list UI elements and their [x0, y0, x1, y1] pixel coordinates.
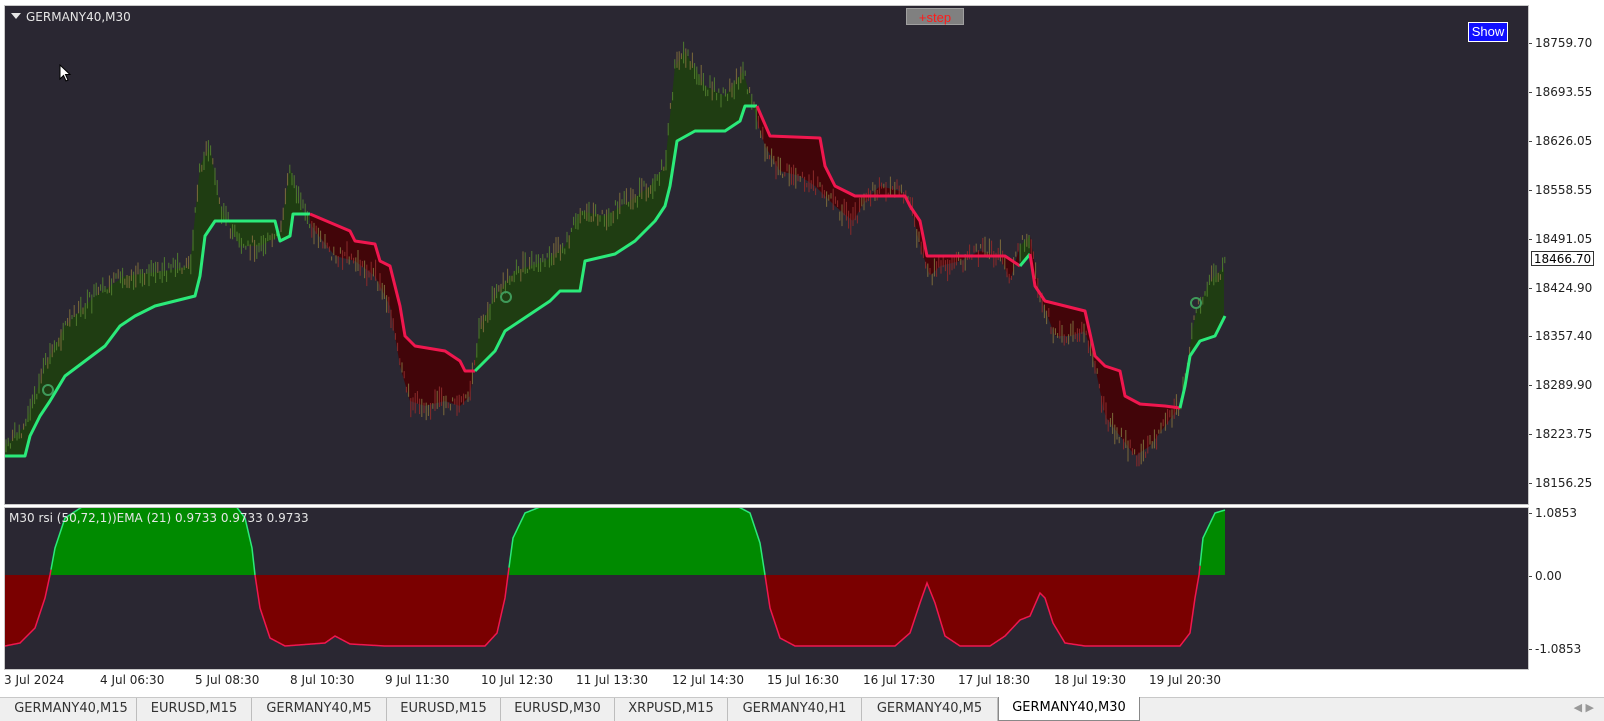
chart-tab[interactable]: GERMANY40,M30	[998, 697, 1140, 721]
terminal-window: GERMANY40,M30 +step Show 18759.70 18693.5…	[0, 0, 1604, 721]
chart-tab[interactable]: XRPUSD,M15	[615, 698, 728, 721]
oscillator-negative-area	[5, 575, 1225, 646]
time-axis[interactable]: 3 Jul 2024 4 Jul 06:30 5 Jul 08:30 8 Jul 10…	[4, 670, 1529, 692]
bull-trend-fill	[5, 148, 309, 456]
symbol-title-text: GERMANY40,M30	[26, 10, 131, 24]
time-tick-label: 9 Jul 11:30	[385, 673, 450, 687]
indicator-title: M30 rsi (50,72,1))EMA (21) 0.9733 0.9733…	[9, 511, 309, 525]
time-tick-label: 17 Jul 18:30	[958, 673, 1030, 687]
chart-tab-bar: ◀ ▶ GERMANY40,M15 EURUSD,M15 GERMANY40,M5 E…	[0, 697, 1604, 721]
price-tick-label: 18156.25	[1528, 476, 1593, 491]
price-tick-label: 18289.90	[1528, 378, 1593, 393]
price-tick-label: 18357.40	[1528, 329, 1593, 344]
chart-tab[interactable]: EURUSD,M30	[501, 698, 615, 721]
current-price-label: 18466.70	[1531, 251, 1594, 266]
time-tick-label: 8 Jul 10:30	[290, 673, 355, 687]
indicator-tick-label: 1.0853	[1529, 506, 1577, 520]
chart-tab[interactable]: EURUSD,M15	[137, 698, 252, 721]
price-tick-label: 18424.90	[1528, 280, 1593, 295]
time-tick-label: 18 Jul 19:30	[1054, 673, 1126, 687]
indicator-axis[interactable]: 1.0853 0.00 -1.0853	[1528, 506, 1604, 670]
chart-tab[interactable]: GERMANY40,M5	[252, 698, 387, 721]
price-axis[interactable]: 18759.70 18693.55 18626.05 18558.55 18491.05…	[1528, 5, 1604, 505]
price-tick-label: 18491.05	[1528, 231, 1593, 246]
indicator-pane[interactable]: M30 rsi (50,72,1))EMA (21) 0.9733 0.9733…	[4, 507, 1529, 670]
chart-tab[interactable]: GERMANY40,H1	[728, 698, 862, 721]
show-button[interactable]: Show	[1468, 22, 1508, 42]
bear-supertrend-line	[755, 105, 1021, 268]
price-tick-label: 18223.75	[1528, 427, 1593, 442]
step-button[interactable]: +step	[906, 8, 964, 25]
price-chart-pane[interactable]: GERMANY40,M30	[4, 5, 1529, 505]
time-tick-label: 4 Jul 06:30	[100, 673, 165, 687]
bull-supertrend-line	[5, 212, 310, 458]
time-tick-label: 11 Jul 13:30	[576, 673, 648, 687]
time-tick-label: 5 Jul 08:30	[195, 673, 260, 687]
tab-scroll-arrows[interactable]: ◀ ▶	[1574, 701, 1594, 714]
price-chart-canvas[interactable]	[5, 6, 1528, 504]
price-tick-label: 18558.55	[1528, 182, 1593, 197]
time-tick-label: 12 Jul 14:30	[672, 673, 744, 687]
price-tick-label: 18626.05	[1528, 133, 1593, 148]
mouse-pointer-icon	[59, 64, 72, 82]
collapse-triangle-icon[interactable]	[11, 13, 21, 19]
indicator-canvas[interactable]	[5, 508, 1528, 669]
price-tick-label: 18693.55	[1528, 84, 1593, 99]
time-tick-label: 3 Jul 2024	[4, 673, 65, 687]
chart-tab[interactable]: GERMANY40,M15	[6, 698, 137, 721]
bear-trend-fill	[1030, 236, 1180, 456]
indicator-tick-label: 0.00	[1529, 569, 1562, 583]
indicator-tick-label: -1.0853	[1528, 642, 1582, 656]
time-tick-label: 15 Jul 16:30	[767, 673, 839, 687]
chart-symbol-title[interactable]: GERMANY40,M30	[11, 10, 131, 24]
time-tick-label: 19 Jul 20:30	[1149, 673, 1221, 687]
price-tick-label: 18759.70	[1528, 36, 1593, 50]
time-tick-label: 16 Jul 17:30	[863, 673, 935, 687]
bull-trend-fill	[1180, 267, 1224, 408]
chart-tab[interactable]: EURUSD,M15	[387, 698, 501, 721]
time-tick-label: 10 Jul 12:30	[481, 673, 553, 687]
chart-tab[interactable]: GERMANY40,M5	[862, 698, 998, 721]
bear-trend-fill	[757, 106, 1019, 279]
signal-marker-icon	[1190, 297, 1202, 309]
bear-trend-fill	[310, 214, 474, 406]
